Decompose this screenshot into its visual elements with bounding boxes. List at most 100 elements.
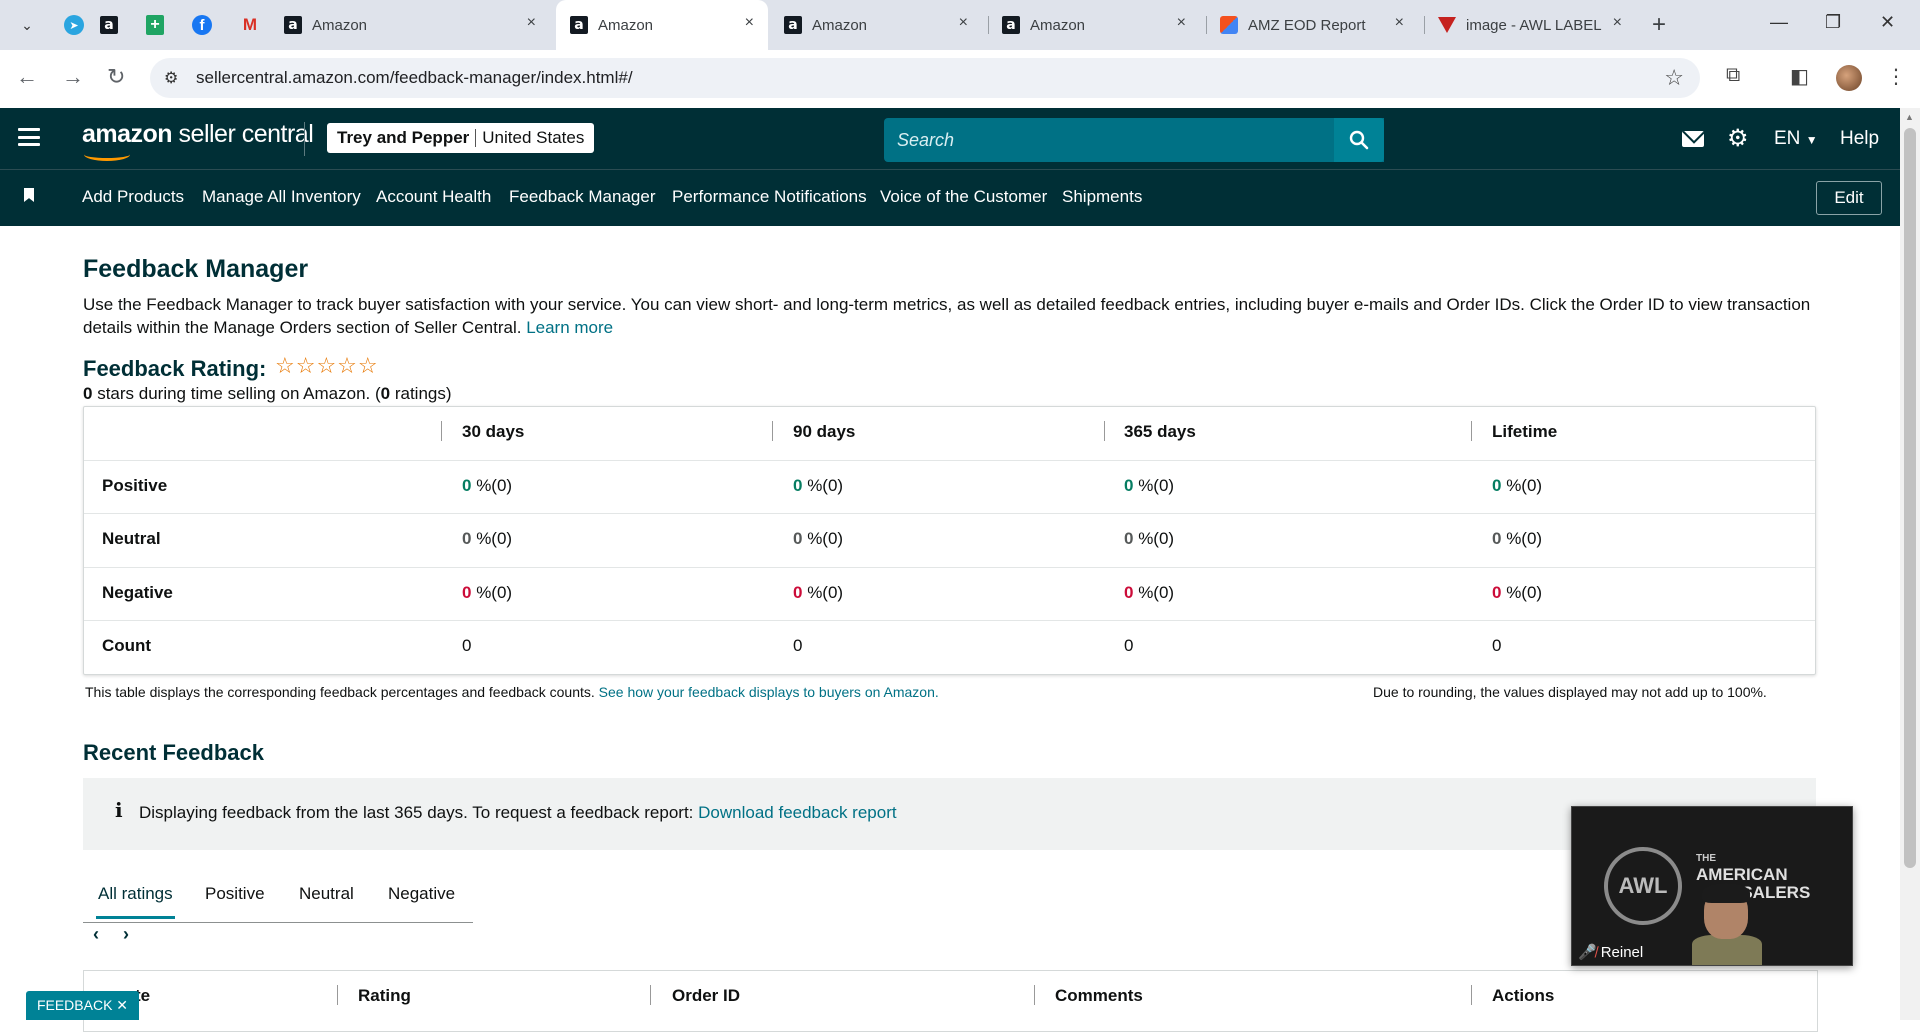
seller-central-logo[interactable]: amazon seller central [82,120,314,161]
row-label: Negative [102,583,173,602]
tab-search-chevron-icon[interactable]: ⌄ [14,12,40,38]
pinned-tab-amazon[interactable]: a [97,13,121,37]
tab-awl-label[interactable]: image - AWL LABEL × [1424,0,1636,50]
search-input[interactable]: Search [884,118,1384,162]
omnibox[interactable]: ⚙ sellercentral.amazon.com/feedback-mana… [150,58,1700,98]
nav-voice-of-the-customer[interactable]: Voice of the Customer [880,187,1047,207]
nav-add-products[interactable]: Add Products [82,187,184,207]
pinned-tab-telegram[interactable]: ➤ [62,13,86,37]
tab-amazon-4[interactable]: a Amazon × [988,0,1200,50]
tab-all-ratings[interactable]: All ratings [96,884,175,919]
video-call-overlay[interactable]: AWL THE AMERICAN ESALERS 🎤̸ Reinel [1571,806,1853,966]
nav-manage-all-inventory[interactable]: Manage All Inventory [202,187,361,207]
restore-icon[interactable]: ❐ [1825,12,1841,33]
nav-performance-notifications[interactable]: Performance Notifications [672,187,867,207]
language-selector[interactable]: EN ▼ [1774,128,1818,150]
close-tab-icon[interactable]: × [959,14,968,32]
footnote-text: This table displays the corresponding fe… [85,684,595,700]
site-settings-icon[interactable]: ⚙ [164,68,178,88]
edit-nav-button[interactable]: Edit [1816,181,1882,215]
column-header: 30 days [462,422,525,441]
minimize-icon[interactable]: — [1770,12,1788,33]
table-cell: 0 %(0) [793,476,843,496]
forward-arrow-icon[interactable]: → [62,64,84,90]
feedback-display-link[interactable]: See how your feedback displays to buyers… [599,684,939,700]
rating-filter-tabs: All ratings Positive Neutral Negative [83,870,473,923]
tab-amazon-3[interactable]: a Amazon × [770,0,982,50]
back-arrow-icon[interactable]: ← [16,64,38,90]
tab-positive[interactable]: Positive [205,884,265,904]
info-message: Displaying feedback from the last 365 da… [139,803,694,822]
report-icon [1220,16,1238,34]
address-bar-row: ← → ↻ ⚙ sellercentral.amazon.com/feedbac… [0,50,1920,109]
row-label: Count [102,636,152,655]
prev-page-chevron-icon[interactable]: ‹ [93,924,99,945]
next-page-chevron-icon[interactable]: › [123,924,129,945]
close-tab-icon[interactable]: × [745,14,754,32]
messages-mail-icon[interactable] [1682,131,1704,147]
settings-gear-icon[interactable]: ⚙ [1727,124,1749,153]
reload-icon[interactable]: ↻ [107,64,125,90]
video-brand-line1: AMERICAN [1696,865,1788,884]
tab-neutral[interactable]: Neutral [299,884,354,904]
amazon-icon: a [1002,16,1020,34]
profile-avatar[interactable] [1836,65,1862,91]
url-text[interactable]: sellercentral.amazon.com/feedback-manage… [196,68,633,88]
new-tab-plus-icon[interactable]: + [1652,11,1666,39]
close-tab-icon[interactable]: × [1613,14,1622,32]
close-tab-icon[interactable]: × [1395,14,1404,32]
feedback-tab-button[interactable]: FEEDBACK ✕ [26,991,139,1020]
percent-text: %(0) [471,583,513,602]
browser-menu-kebab-icon[interactable]: ⋮ [1886,64,1906,89]
amazon-icon: a [284,16,302,34]
side-panel-icon[interactable]: ◧ [1790,64,1809,89]
rounding-note: Due to rounding, the values displayed ma… [1373,684,1767,700]
nav-feedback-manager[interactable]: Feedback Manager [509,187,655,207]
window-close-icon[interactable]: ✕ [1880,12,1895,33]
telegram-icon: ➤ [64,15,84,35]
rating-stars: ☆☆☆☆☆ [275,353,379,378]
search-button[interactable] [1334,118,1384,162]
bookmark-star-icon[interactable]: ☆ [1664,65,1684,91]
participant-name-label: 🎤̸ Reinel [1578,943,1643,961]
tab-negative[interactable]: Negative [388,884,455,904]
scroll-up-arrow-icon[interactable]: ▲ [1905,112,1914,122]
hamburger-menu-icon[interactable] [18,128,40,146]
download-feedback-report-link[interactable]: Download feedback report [698,803,896,822]
info-text: Displaying feedback from the last 365 da… [139,803,897,823]
recent-feedback-title: Recent Feedback [83,740,264,765]
nav-shipments[interactable]: Shipments [1062,187,1142,207]
learn-more-link[interactable]: Learn more [526,318,613,337]
pinned-tab-facebook[interactable]: f [190,13,214,37]
column-separator [1104,421,1105,441]
help-link[interactable]: Help [1840,128,1879,150]
facebook-icon: f [192,15,212,35]
count-value: 0 [1492,636,1502,655]
tab-title: Amazon [312,16,368,34]
bookmark-icon[interactable] [24,188,34,202]
percent-text: %(0) [1501,476,1543,495]
page-title: Feedback Manager [83,255,309,283]
percent-text: %(0) [802,583,844,602]
extensions-puzzle-icon[interactable]: ⧉ [1726,64,1740,87]
tab-amazon-1[interactable]: a Amazon × [270,0,550,50]
tab-amazon-2-active[interactable]: a Amazon × [556,0,768,50]
percent-text: %(0) [1133,476,1175,495]
tab-amz-eod-report[interactable]: AMZ EOD Report × [1206,0,1418,50]
table-row-positive: Positive 0 %(0) 0 %(0) 0 %(0) 0 %(0) [84,460,1815,514]
column-separator [441,421,442,441]
browser-tab-strip: ⌄ ➤ a + f M a Amazon × a Amazon × a Amaz… [0,0,1920,50]
pinned-tab-sheets[interactable]: + [143,13,167,37]
table-row-negative: Negative 0 %(0) 0 %(0) 0 %(0) 0 %(0) [84,567,1815,621]
column-header-rating: Rating [358,986,411,1005]
store-selector[interactable]: Trey and Pepper United States [327,123,595,153]
scrollbar-thumb[interactable] [1904,128,1916,868]
nav-account-health[interactable]: Account Health [376,187,491,207]
close-tab-icon[interactable]: × [527,14,536,32]
close-tab-icon[interactable]: × [1177,14,1186,32]
page-scrollbar[interactable]: ▲ [1900,108,1920,1020]
pinned-tab-gmail[interactable]: M [238,13,262,37]
recent-feedback-table: te Rating Order ID Comments Actions [83,970,1818,1032]
percent-text: %(0) [802,476,844,495]
percent-text: %(0) [802,529,844,548]
